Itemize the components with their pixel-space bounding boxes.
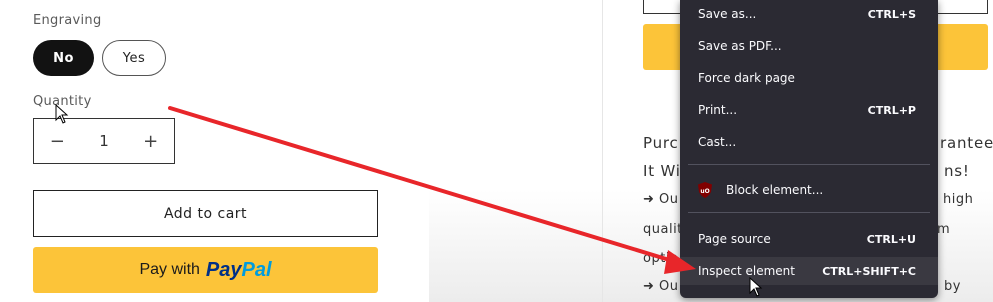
menu-item-inspect-element[interactable]: Inspect element CTRL+SHIFT+C (680, 257, 938, 285)
paypal-logo-pay: Pay (205, 258, 242, 281)
menu-item-shortcut: CTRL+P (867, 103, 916, 117)
ublock-icon: uO (698, 182, 712, 198)
menu-item-page-source[interactable]: Page source CTRL+U (680, 225, 938, 253)
menu-item-label: Print... (698, 103, 738, 117)
menu-item-print[interactable]: Print... CTRL+P (680, 96, 938, 124)
menu-item-save-as-pdf[interactable]: Save as PDF... (680, 32, 938, 60)
quantity-increase-button[interactable]: + (127, 131, 174, 152)
menu-item-label: Block element... (726, 183, 824, 197)
menu-item-cast[interactable]: Cast... (680, 128, 938, 156)
menu-item-force-dark-page[interactable]: Force dark page (680, 64, 938, 92)
feature-line-4-left: ➜ Ou (643, 279, 679, 294)
quantity-decrease-button[interactable]: − (34, 131, 81, 152)
feature-line-4-right: by (944, 279, 961, 294)
menu-separator (688, 164, 930, 165)
feature-line-1-left: ➜ Ou (643, 192, 679, 207)
menu-item-save-as[interactable]: Save as... CTRL+S (680, 0, 938, 28)
paypal-logo-pal: Pal (241, 258, 272, 281)
column-divider (602, 0, 603, 302)
menu-item-label: Force dark page (698, 71, 795, 85)
promo-text-left: It Wi (643, 162, 681, 180)
menu-item-label: Save as... (698, 7, 757, 21)
menu-item-label: Save as PDF... (698, 39, 782, 53)
paypal-button[interactable]: Pay with Pay Pal (33, 247, 378, 293)
quantity-stepper: − 1 + (33, 118, 175, 164)
add-to-cart-button[interactable]: Add to cart (33, 190, 378, 237)
menu-item-label: Inspect element (698, 264, 795, 278)
quantity-input[interactable]: 1 (81, 132, 128, 150)
menu-item-label: Page source (698, 232, 771, 246)
feature-line-2-right: m (937, 222, 951, 237)
guarantee-text-right: rantee : (940, 134, 993, 152)
menu-separator (688, 212, 930, 213)
promo-text-right: ns! (944, 162, 970, 180)
menu-item-label: Cast... (698, 135, 737, 149)
feature-line-3-left: optio (643, 251, 679, 266)
engraving-option-no[interactable]: No (33, 40, 94, 76)
feature-line-2-left: qualit (643, 222, 683, 237)
menu-item-shortcut: CTRL+U (866, 232, 916, 246)
menu-item-block-element[interactable]: uO Block element... (680, 176, 938, 204)
menu-item-shortcut: CTRL+S (867, 7, 916, 21)
mouse-cursor-icon (749, 277, 763, 297)
paypal-prefix: Pay with (139, 261, 200, 278)
engraving-option-yes[interactable]: Yes (102, 40, 166, 76)
menu-item-shortcut: CTRL+SHIFT+C (822, 264, 916, 278)
engraving-label: Engraving (33, 13, 102, 28)
svg-text:uO: uO (700, 188, 709, 195)
feature-line-1-right: high (943, 192, 974, 207)
mouse-cursor-icon (55, 104, 69, 124)
context-menu: Save as... CTRL+S Save as PDF... Force d… (680, 0, 938, 298)
